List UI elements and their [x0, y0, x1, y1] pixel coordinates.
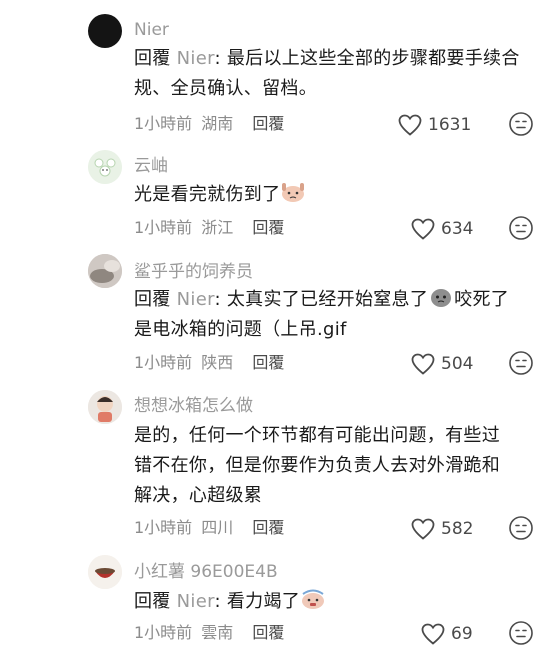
avatar-character-icon — [88, 390, 122, 424]
dislike-face-icon[interactable] — [508, 111, 534, 137]
dislike-face-icon[interactable] — [508, 515, 534, 541]
reply-prefix: 回覆 — [134, 591, 171, 612]
comment-text-line: : 最后以上这些全部的步骤都要手续合 — [214, 48, 520, 69]
comment-text: 回覆 Nier: 太真实了已经开始窒息了 咬死了 是电冰箱的问题（上吊.gif — [134, 285, 534, 345]
heart-outline-icon — [411, 218, 435, 240]
dislike-face-icon[interactable] — [508, 620, 534, 646]
avatar[interactable] — [88, 555, 122, 589]
comment-time: 1小時前 — [134, 114, 193, 133]
like-count: 69 — [451, 624, 473, 644]
comment-meta: 1小時前 四川 回覆 — [134, 518, 284, 538]
heart-outline-icon — [411, 353, 435, 375]
username[interactable]: 小红薯 96E00E4B — [134, 562, 278, 582]
username[interactable]: 想想冰箱怎么做 — [134, 396, 253, 416]
comment-text-line: 解决，心超级累 — [134, 485, 263, 506]
comment-location: 四川 — [201, 518, 234, 537]
heart-outline-icon — [398, 114, 422, 136]
comment-location: 雲南 — [201, 623, 234, 642]
exhausted-emoji-icon — [302, 589, 325, 609]
avatar-bowl-icon — [88, 555, 122, 589]
comment-text: 是的，任何一个环节都有可能出问题，有些过 错不在你，但是你要作为负责人去对外滑跪… — [134, 421, 534, 511]
username[interactable]: 鲨乎乎的饲养员 — [134, 262, 253, 282]
comment-location: 陕西 — [201, 353, 234, 372]
comment-time: 1小時前 — [134, 518, 193, 537]
reply-button[interactable]: 回覆 — [252, 623, 284, 642]
like-button[interactable]: 69 — [421, 623, 473, 645]
reply-target[interactable]: Nier — [177, 591, 215, 612]
avatar[interactable] — [88, 254, 122, 288]
avatar[interactable] — [88, 390, 122, 424]
like-button[interactable]: 1631 — [398, 114, 471, 136]
comment-text-line: 光是看完就伤到了 — [134, 184, 281, 205]
comment-text-line: : 太真实了已经开始窒息了 — [214, 289, 429, 310]
comment-time: 1小時前 — [134, 353, 193, 372]
comment-text-line: 咬死了 — [454, 289, 510, 310]
avatar[interactable] — [88, 14, 122, 48]
comment-text-line: 是电冰箱的问题（上吊.gif — [134, 319, 347, 340]
avatar[interactable] — [88, 150, 122, 184]
avatar-flower-icon — [88, 150, 122, 184]
like-count: 582 — [441, 519, 474, 539]
dislike-face-icon[interactable] — [508, 350, 534, 376]
comment-location: 浙江 — [201, 218, 234, 237]
heart-outline-icon — [411, 518, 435, 540]
comment-text: 回覆 Nier: 看力竭了 — [134, 587, 534, 617]
comment-text-line: 错不在你，但是你要作为负责人去对外滑跪和 — [134, 455, 500, 476]
username[interactable]: 云岫 — [134, 156, 168, 176]
like-button[interactable]: 504 — [411, 353, 473, 375]
reply-button[interactable]: 回覆 — [252, 518, 284, 537]
reply-target[interactable]: Nier — [177, 289, 215, 310]
reply-button[interactable]: 回覆 — [252, 218, 284, 237]
comment-meta: 1小時前 陕西 回覆 — [134, 353, 284, 373]
comment-meta: 1小時前 浙江 回覆 — [134, 218, 284, 238]
like-button[interactable]: 582 — [411, 518, 473, 540]
crying-emoji-icon — [282, 183, 305, 202]
like-count: 634 — [441, 219, 474, 239]
username[interactable]: Nier — [134, 20, 169, 40]
reply-prefix: 回覆 — [134, 48, 171, 69]
like-count: 1631 — [428, 115, 472, 135]
comment-text: 回覆 Nier: 最后以上这些全部的步骤都要手续合 规、全员确认、留档。 — [134, 44, 534, 104]
rock-emoji-icon — [431, 289, 452, 307]
comment-time: 1小時前 — [134, 218, 193, 237]
reply-button[interactable]: 回覆 — [252, 353, 284, 372]
comment-text-line: 规、全员确认、留档。 — [134, 78, 317, 99]
comment-time: 1小時前 — [134, 623, 193, 642]
avatar-photo-icon — [88, 254, 122, 288]
dislike-face-icon[interactable] — [508, 215, 534, 241]
like-count: 504 — [441, 354, 474, 374]
like-button[interactable]: 634 — [411, 218, 473, 240]
comment-text-line: : 看力竭了 — [214, 591, 301, 612]
reply-button[interactable]: 回覆 — [252, 114, 284, 133]
comment-text-line: 是的，任何一个环节都有可能出问题，有些过 — [134, 425, 500, 446]
heart-outline-icon — [421, 623, 445, 645]
comment-text: 光是看完就伤到了 — [134, 180, 534, 210]
reply-prefix: 回覆 — [134, 289, 171, 310]
comment-meta: 1小時前 湖南 回覆 — [134, 114, 284, 134]
reply-target[interactable]: Nier — [177, 48, 215, 69]
comment-location: 湖南 — [201, 114, 234, 133]
comment-meta: 1小時前 雲南 回覆 — [134, 623, 284, 643]
